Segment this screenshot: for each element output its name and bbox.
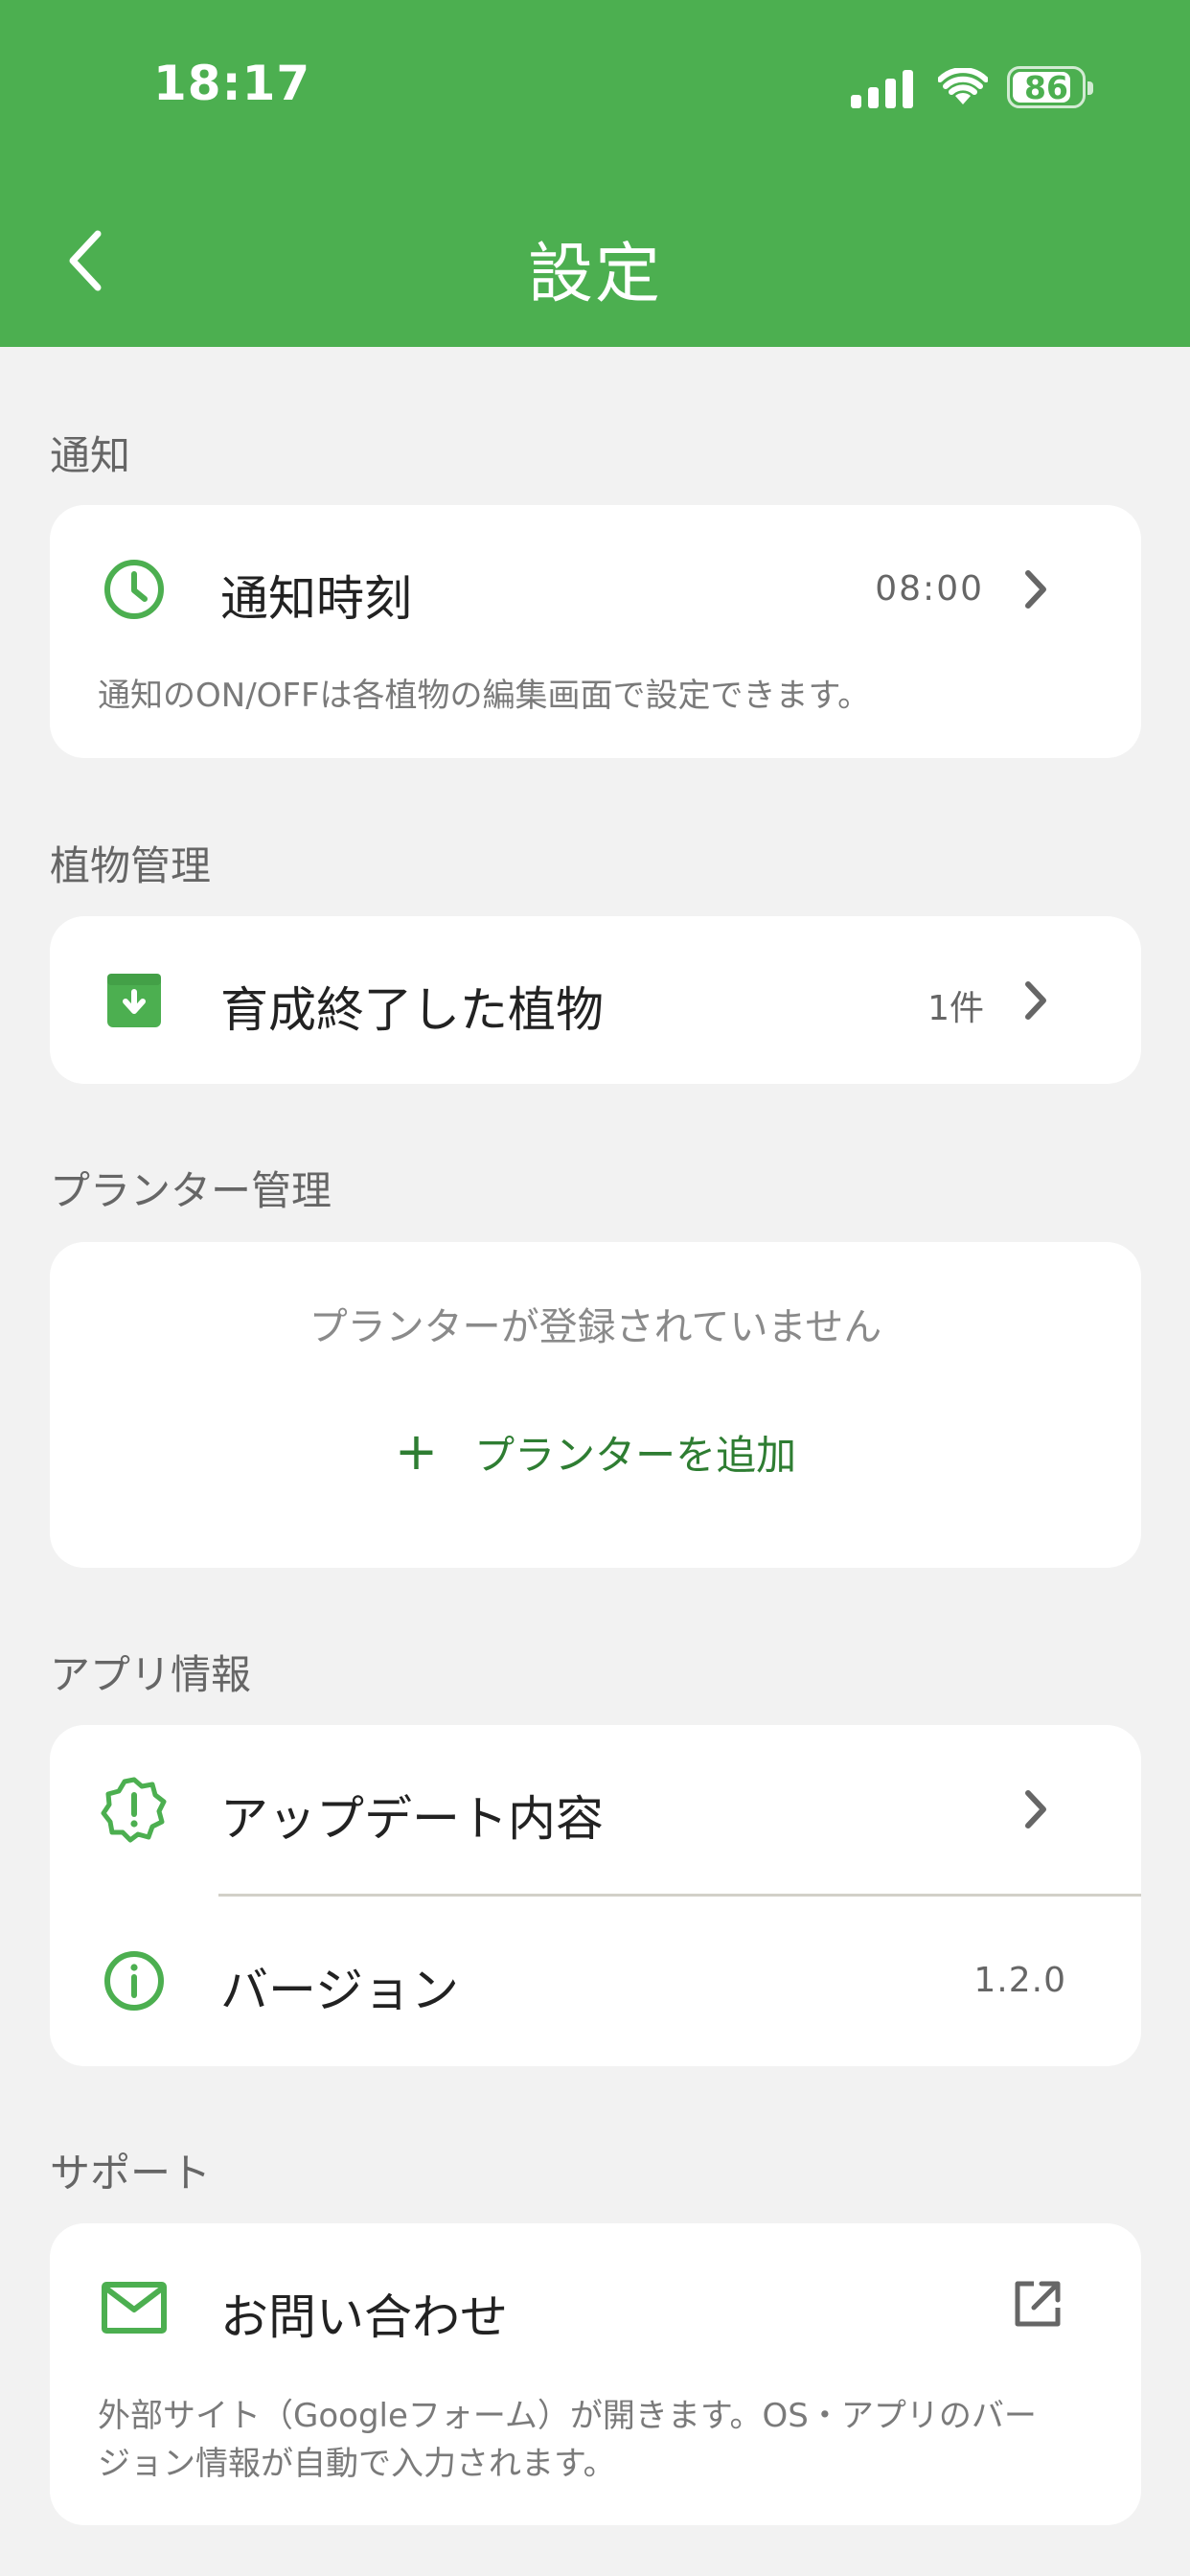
notification-time-label: 通知時刻 bbox=[220, 571, 412, 627]
external-link-icon bbox=[1011, 2277, 1064, 2331]
status-time: 18:17 bbox=[153, 56, 311, 111]
section-label-notification: 通知 bbox=[50, 432, 131, 479]
notification-time-value: 08:00 bbox=[875, 569, 984, 609]
version-value: 1.2.0 bbox=[973, 1961, 1066, 2000]
chevron-right-icon bbox=[1018, 564, 1053, 614]
mail-icon bbox=[100, 2273, 169, 2342]
notification-note: 通知のON/OFFは各植物の編集画面で設定できます。 bbox=[98, 677, 871, 715]
version-label: バージョン bbox=[220, 1963, 459, 2018]
add-planter-button[interactable]: + プランターを追加 bbox=[50, 1418, 1141, 1485]
notification-time-row[interactable]: 通知時刻 08:00 bbox=[50, 505, 1141, 673]
plants-card: 育成終了した植物 1件 bbox=[50, 916, 1141, 1084]
planters-empty-text: プランターが登録されていません bbox=[309, 1305, 882, 1349]
status-icons: 86 bbox=[851, 63, 1093, 111]
chevron-right-icon bbox=[1018, 976, 1053, 1025]
contact-note-line-2: ジョン情報が自動で入力されます。 bbox=[98, 2445, 616, 2483]
support-card: お問い合わせ 外部サイト（Googleフォーム）が開きます。OS・アプリのバー … bbox=[50, 2223, 1141, 2525]
finished-plants-count: 1件 bbox=[927, 989, 984, 1028]
page-title: 設定 bbox=[527, 237, 662, 312]
badge-alert-icon bbox=[100, 1775, 169, 1844]
app-info-card: アップデート内容 バージョン 1.2.0 bbox=[50, 1725, 1141, 2066]
version-row: バージョン 1.2.0 bbox=[50, 1897, 1141, 2066]
info-icon bbox=[100, 1946, 169, 2015]
section-label-planters: プランター管理 bbox=[50, 1167, 332, 1214]
cellular-signal-icon bbox=[851, 66, 913, 108]
contact-label: お問い合わせ bbox=[220, 2289, 508, 2345]
battery-nub bbox=[1087, 81, 1093, 95]
chevron-right-icon bbox=[1018, 1784, 1053, 1834]
section-label-support: サポート bbox=[50, 2150, 212, 2196]
planters-card: プランターが登録されていません + プランターを追加 bbox=[50, 1242, 1141, 1568]
archive-icon bbox=[100, 966, 169, 1035]
battery-percent: 86 bbox=[1024, 68, 1068, 106]
contact-note-line-1: 外部サイト（Googleフォーム）が開きます。OS・アプリのバー bbox=[98, 2397, 1037, 2435]
finished-plants-row[interactable]: 育成終了した植物 1件 bbox=[50, 916, 1141, 1084]
plus-icon: + bbox=[394, 1421, 439, 1482]
contact-row[interactable]: お問い合わせ bbox=[50, 2223, 1141, 2391]
battery-icon: 86 bbox=[1007, 66, 1093, 108]
section-label-plants: 植物管理 bbox=[50, 842, 212, 889]
notification-card: 通知時刻 08:00 通知のON/OFFは各植物の編集画面で設定できます。 bbox=[50, 505, 1141, 758]
app-header: 18:17 86 設定 bbox=[0, 0, 1190, 347]
finished-plants-label: 育成終了した植物 bbox=[220, 982, 604, 1038]
add-planter-label: プランターを追加 bbox=[474, 1431, 797, 1479]
updates-label: アップデート内容 bbox=[220, 1791, 604, 1847]
wifi-icon bbox=[938, 68, 988, 104]
section-label-app-info: アプリ情報 bbox=[50, 1651, 252, 1698]
updates-row[interactable]: アップデート内容 bbox=[50, 1725, 1141, 1893]
clock-icon bbox=[100, 555, 169, 624]
